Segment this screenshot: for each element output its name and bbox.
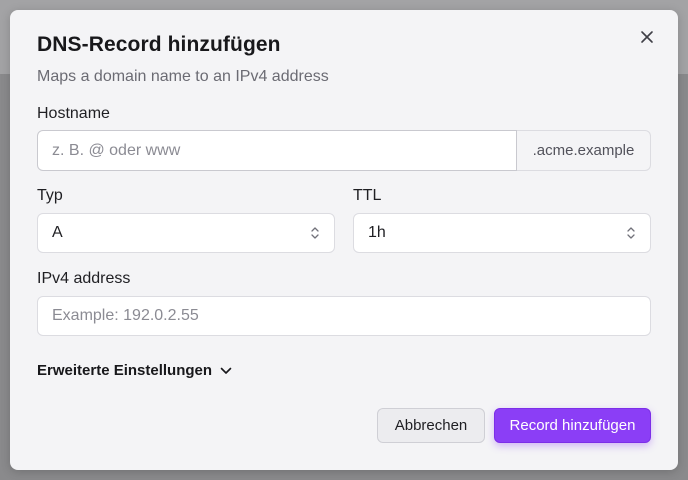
cancel-button[interactable]: Abbrechen bbox=[377, 408, 485, 443]
ttl-selected-value: 1h bbox=[368, 224, 386, 241]
advanced-settings-label: Erweiterte Einstellungen bbox=[37, 362, 213, 379]
hostname-domain-suffix: .acme.example bbox=[517, 130, 651, 171]
chevron-up-down-icon bbox=[627, 227, 635, 239]
type-label: Typ bbox=[37, 187, 63, 204]
add-record-button[interactable]: Record hinzufügen bbox=[494, 408, 651, 443]
chevron-down-icon bbox=[220, 367, 232, 374]
hostname-label: Hostname bbox=[37, 105, 110, 122]
close-icon bbox=[641, 31, 653, 43]
type-selected-value: A bbox=[52, 224, 63, 241]
hostname-input[interactable]: z. B. @ oder www bbox=[37, 130, 517, 171]
chevron-up-down-icon bbox=[311, 227, 319, 239]
ipv4-placeholder: Example: 192.0.2.55 bbox=[52, 307, 199, 324]
type-select[interactable]: A bbox=[37, 213, 335, 253]
ttl-label: TTL bbox=[353, 187, 382, 204]
advanced-settings-toggle[interactable]: Erweiterte Einstellungen bbox=[37, 362, 232, 379]
ttl-select[interactable]: 1h bbox=[353, 213, 651, 253]
ipv4-input[interactable]: Example: 192.0.2.55 bbox=[37, 296, 651, 336]
hostname-placeholder: z. B. @ oder www bbox=[52, 141, 181, 159]
dialog-subtitle: Maps a domain name to an IPv4 address bbox=[37, 68, 329, 85]
dialog-title: DNS-Record hinzufügen bbox=[37, 33, 281, 56]
ipv4-label: IPv4 address bbox=[37, 270, 131, 287]
add-dns-record-dialog: DNS-Record hinzufügen Maps a domain name… bbox=[10, 10, 678, 470]
close-button[interactable] bbox=[636, 26, 658, 48]
hostname-field: z. B. @ oder www .acme.example bbox=[37, 130, 651, 171]
